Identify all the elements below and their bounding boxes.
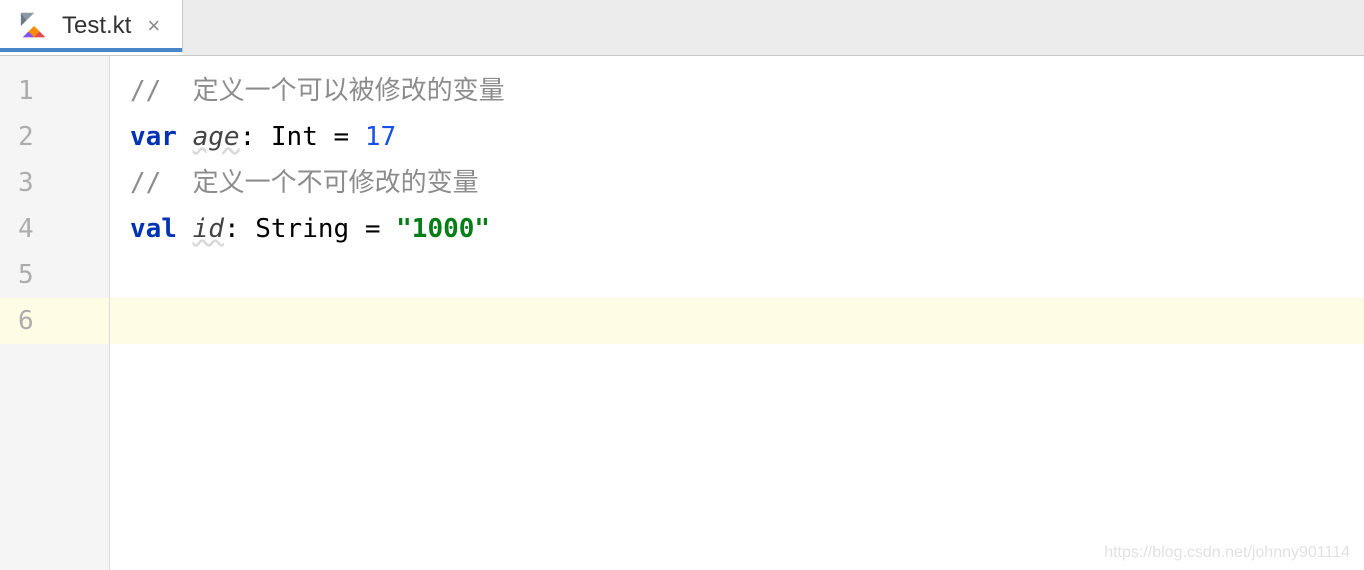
string-token: "1000" [396, 214, 490, 244]
editor-area: 1 2 3 4 5 6 // 定义一个可以被修改的变量 var age: Int… [0, 56, 1364, 570]
line-number[interactable]: 5 [0, 252, 109, 298]
type-token: Int [271, 122, 318, 152]
number-token: 17 [365, 122, 396, 152]
equals-token: = [334, 122, 350, 152]
line-number[interactable]: 3 [0, 160, 109, 206]
code-line-4[interactable]: val id: String = "1000" [130, 206, 1364, 252]
line-number[interactable]: 6 [0, 298, 109, 344]
code-line-3[interactable]: // 定义一个不可修改的变量 [130, 160, 1364, 206]
type-token: String [255, 214, 349, 244]
code-line-5[interactable] [130, 252, 1364, 298]
tab-filename: Test.kt [62, 12, 131, 40]
comment-token: // 定义一个不可修改的变量 [130, 168, 479, 198]
tab-active-underline [0, 48, 182, 52]
tab-bar: Test.kt × [0, 0, 1364, 56]
kotlin-file-icon [18, 10, 50, 42]
comment-token: // 定义一个可以被修改的变量 [130, 76, 505, 106]
gutter: 1 2 3 4 5 6 [0, 56, 110, 570]
code-line-2[interactable]: var age: Int = 17 [130, 114, 1364, 160]
code-line-6[interactable] [110, 298, 1364, 344]
keyword-token: val [130, 214, 177, 244]
line-number[interactable]: 2 [0, 114, 109, 160]
identifier-token: id [193, 214, 224, 244]
tab-test-kt[interactable]: Test.kt × [0, 0, 183, 55]
colon-token: : [240, 122, 256, 152]
colon-token: : [224, 214, 240, 244]
watermark: https://blog.csdn.net/johnny901114 [1104, 544, 1350, 562]
line-number[interactable]: 1 [0, 68, 109, 114]
code-line-1[interactable]: // 定义一个可以被修改的变量 [130, 68, 1364, 114]
identifier-token: age [193, 122, 240, 152]
keyword-token: var [130, 122, 177, 152]
code-area[interactable]: // 定义一个可以被修改的变量 var age: Int = 17 // 定义一… [110, 56, 1364, 570]
equals-token: = [365, 214, 381, 244]
line-number[interactable]: 4 [0, 206, 109, 252]
close-icon[interactable]: × [143, 13, 164, 39]
